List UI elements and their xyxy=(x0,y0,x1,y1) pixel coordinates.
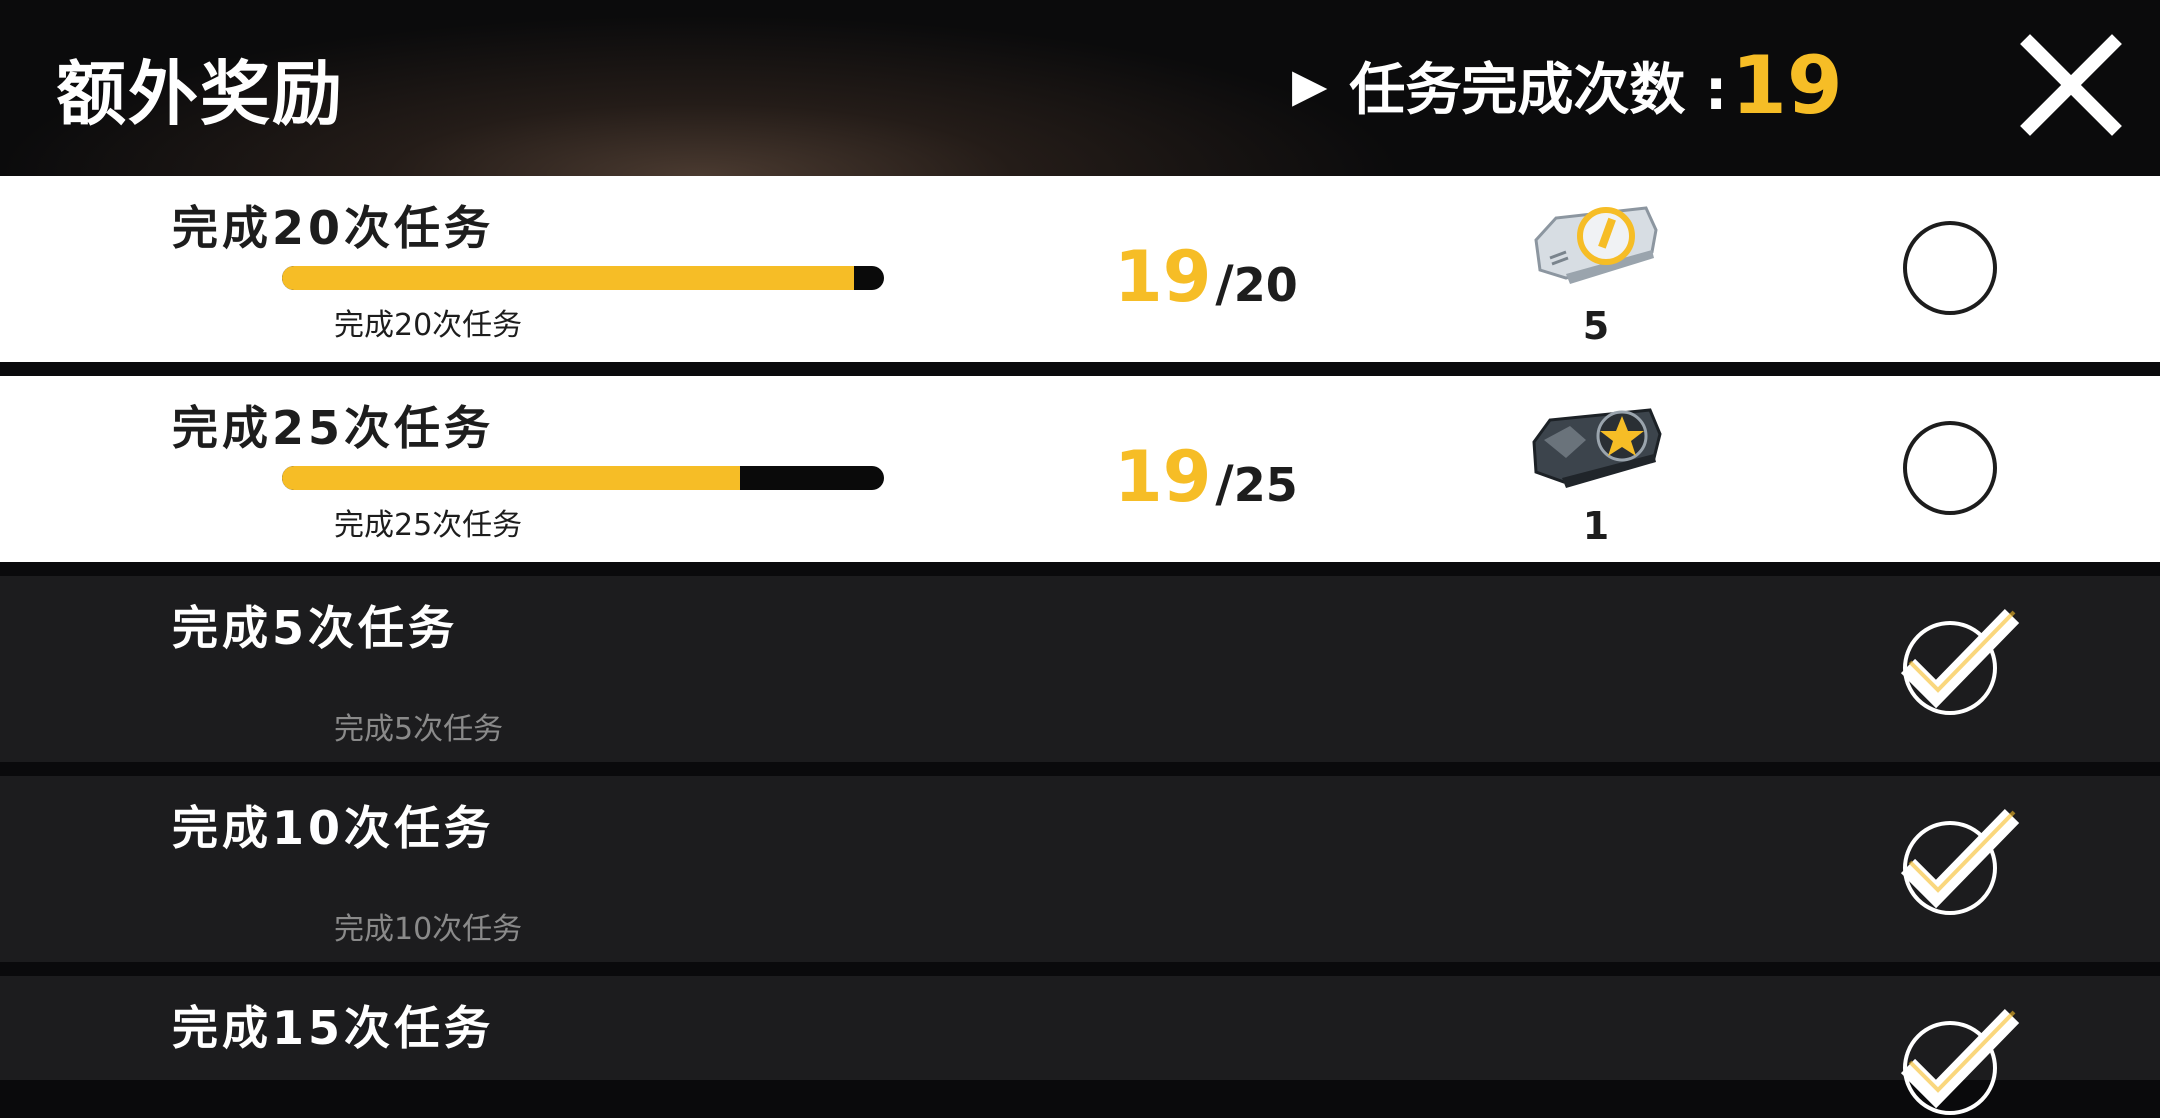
reward-row-15: 完成15次任务 xyxy=(0,976,2160,1115)
reward-title: 完成20次任务 xyxy=(172,201,495,255)
row-divider xyxy=(0,962,2160,976)
progress-text: 19 / 25 xyxy=(1114,436,1298,518)
task-count-label: 任务完成次数 : xyxy=(1349,57,1728,123)
task-count-value: 19 xyxy=(1731,38,1843,132)
progress-separator: / xyxy=(1215,455,1234,513)
progress-text: 19 / 20 xyxy=(1114,236,1298,318)
play-arrow-icon: ▶ xyxy=(1292,58,1328,112)
ticket-icon[interactable] xyxy=(1526,200,1666,290)
reward-subtitle: 完成20次任务 xyxy=(334,308,523,343)
reward-row-20: 完成20次任务 完成20次任务 19 / 20 5 xyxy=(0,176,2160,362)
check-circle-icon xyxy=(1900,809,2020,915)
reward-title: 完成15次任务 xyxy=(172,1001,495,1055)
row-divider xyxy=(0,362,2160,376)
empty-circle-icon[interactable] xyxy=(1900,418,2000,518)
page-title: 额外奖励 xyxy=(56,53,344,135)
reward-row-10: 完成10次任务 完成10次任务 xyxy=(0,776,2160,962)
reward-title: 完成25次任务 xyxy=(172,401,495,455)
reward-title: 完成10次任务 xyxy=(172,801,495,855)
check-circle-icon xyxy=(1900,609,2020,715)
reward-count: 1 xyxy=(1582,504,1610,548)
progress-total: 20 xyxy=(1233,258,1298,312)
reward-row-25: 完成25次任务 完成25次任务 19 / 25 1 xyxy=(0,376,2160,562)
reward-subtitle: 完成25次任务 xyxy=(334,508,523,543)
empty-circle-icon[interactable] xyxy=(1900,218,2000,318)
reward-subtitle: 完成10次任务 xyxy=(334,912,523,947)
row-divider xyxy=(0,762,2160,776)
row-divider xyxy=(0,562,2160,576)
progress-bar xyxy=(282,266,884,290)
star-card-icon[interactable] xyxy=(1526,400,1666,490)
progress-fill xyxy=(282,466,740,490)
progress-bar xyxy=(282,466,884,490)
check-circle-icon xyxy=(1900,1009,2020,1115)
reward-row-5: 完成5次任务 完成5次任务 xyxy=(0,576,2160,762)
progress-current: 19 xyxy=(1114,236,1212,318)
header-bar: 额外奖励 ▶ 任务完成次数 : 19 xyxy=(0,0,2160,176)
reward-subtitle: 完成5次任务 xyxy=(334,712,504,747)
progress-total: 25 xyxy=(1233,458,1298,512)
reward-count: 5 xyxy=(1582,304,1610,348)
close-icon[interactable] xyxy=(2016,30,2126,140)
progress-fill xyxy=(282,266,854,290)
progress-current: 19 xyxy=(1114,436,1212,518)
task-count-display: ▶ 任务完成次数 : 19 xyxy=(1292,38,1843,132)
reward-title: 完成5次任务 xyxy=(172,601,459,655)
progress-separator: / xyxy=(1215,255,1234,313)
